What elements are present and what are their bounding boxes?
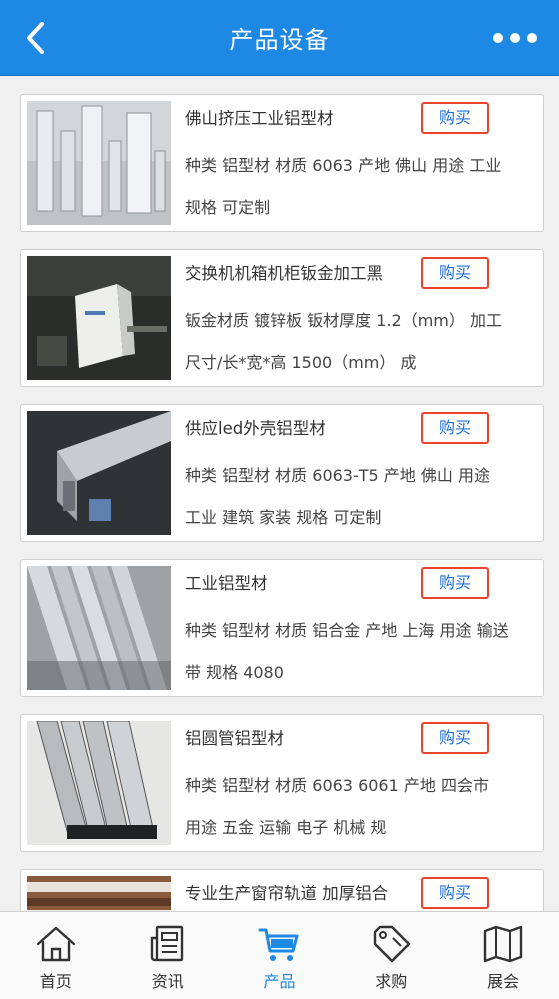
buy-button[interactable]: 购买 <box>421 877 489 909</box>
tab-label: 求购 <box>375 972 408 991</box>
product-image <box>27 876 171 911</box>
buy-button[interactable]: 购买 <box>421 102 489 134</box>
product-image <box>27 721 171 845</box>
buy-button[interactable]: 购买 <box>421 412 489 444</box>
tab-label: 首页 <box>39 972 72 991</box>
product-card[interactable]: 铝圆管铝型材 购买 种类 铝型材 材质 6063 6061 产地 四会市 用途 … <box>20 714 544 852</box>
dot-icon <box>493 33 503 43</box>
page-title: 产品设备 <box>229 26 330 54</box>
home-icon <box>36 926 76 962</box>
product-list[interactable]: 佛山挤压工业铝型材 购买 种类 铝型材 材质 6063 产地 佛山 用途 工业 … <box>0 76 559 911</box>
product-name: 专业生产窗帘轨道 加厚铝合 <box>185 884 389 903</box>
tab-home[interactable]: 首页 <box>0 912 112 999</box>
dot-icon <box>510 33 520 43</box>
buy-button[interactable]: 购买 <box>421 567 489 599</box>
tab-news[interactable]: 资讯 <box>112 912 224 999</box>
product-card[interactable]: 供应led外壳铝型材 购买 种类 铝型材 材质 6063-T5 产地 佛山 用途… <box>20 404 544 542</box>
product-description: 种类 铝型材 材质 6063-T5 产地 佛山 用途 工业 建筑 家装 规格 可… <box>185 466 490 527</box>
buy-button[interactable]: 购买 <box>421 257 489 289</box>
tag-icon <box>374 925 411 963</box>
tab-products[interactable]: 产品 <box>224 912 336 999</box>
product-description: 种类 铝型材 材质 铝合金 产地 上海 用途 输送带 规格 4080 <box>185 621 509 682</box>
product-card[interactable]: 工业铝型材 购买 种类 铝型材 材质 铝合金 产地 上海 用途 输送带 规格 4… <box>20 559 544 697</box>
more-options-button[interactable] <box>485 18 545 58</box>
product-description: 钣金材质 镀锌板 钣材厚度 1.2（mm） 加工尺寸/长*宽*高 1500（mm… <box>185 311 502 372</box>
product-card[interactable]: 佛山挤压工业铝型材 购买 种类 铝型材 材质 6063 产地 佛山 用途 工业 … <box>20 94 544 232</box>
product-name: 供应led外壳铝型材 <box>185 419 326 438</box>
bottom-tab-bar: 首页 资讯 产品 求购 展会 <box>0 911 559 999</box>
product-description: 种类 铝型材 材质 6063 产地 佛山 用途 工业 规格 可定制 <box>185 156 502 217</box>
product-description: 种类 铝型材 材质 6063 6061 产地 四会市 用途 五金 运输 电子 机… <box>185 776 489 837</box>
product-card[interactable]: 专业生产窗帘轨道 加厚铝合 购买 <box>20 869 544 911</box>
product-name: 佛山挤压工业铝型材 <box>185 109 334 128</box>
cart-icon <box>258 928 299 961</box>
product-name: 交换机机箱机柜钣金加工黑 <box>185 264 383 283</box>
product-image <box>27 101 171 225</box>
product-image <box>27 566 171 690</box>
product-image <box>27 411 171 535</box>
tab-buy-requests[interactable]: 求购 <box>335 912 447 999</box>
tab-label: 资讯 <box>151 972 184 991</box>
header-bar: 产品设备 <box>0 0 559 76</box>
tab-exhibitions[interactable]: 展会 <box>447 912 559 999</box>
tab-label: 展会 <box>487 972 520 991</box>
dot-icon <box>527 33 537 43</box>
product-image <box>27 256 171 380</box>
news-icon <box>150 925 183 962</box>
tab-label: 产品 <box>263 972 296 991</box>
product-name: 铝圆管铝型材 <box>185 729 284 748</box>
buy-button[interactable]: 购买 <box>421 722 489 754</box>
product-name: 工业铝型材 <box>185 574 268 593</box>
product-card[interactable]: 交换机机箱机柜钣金加工黑 购买 钣金材质 镀锌板 钣材厚度 1.2（mm） 加工… <box>20 249 544 387</box>
map-icon <box>483 925 523 963</box>
